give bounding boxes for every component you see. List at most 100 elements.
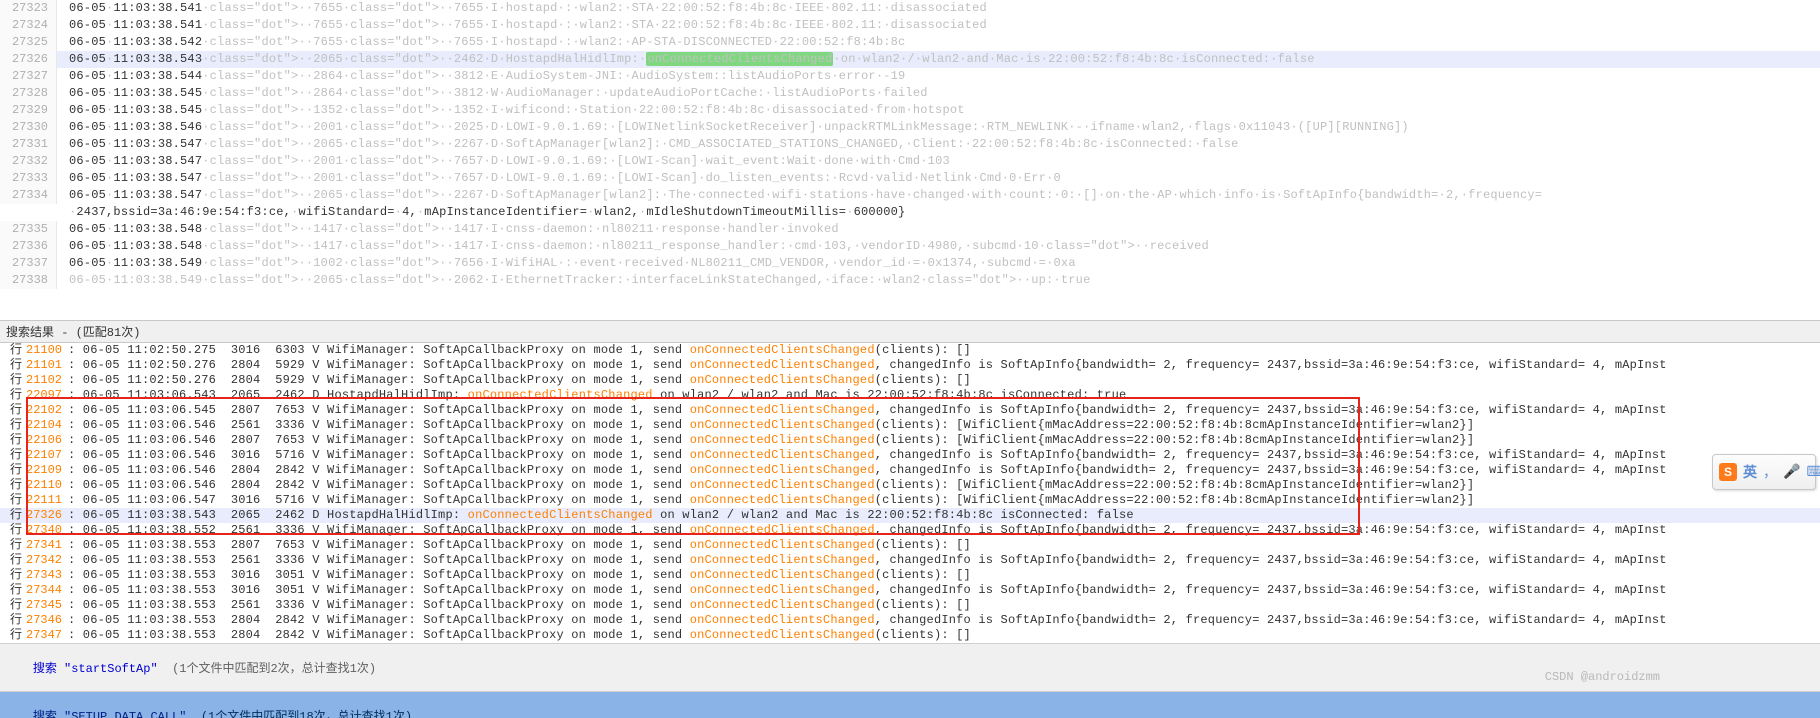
search-row-text: : 06-05 11:03:06.546 3016 5716 V WifiMan…: [68, 448, 1667, 463]
log-line[interactable]: 2732406-05·11:03:38.541·class="dot">··76…: [0, 17, 1820, 34]
search-result-row[interactable]: 行22109: 06-05 11:03:06.546 2804 2842 V W…: [0, 463, 1820, 478]
line-number: 27329: [0, 102, 57, 119]
log-text: 06-05·11:03:38.547·class="dot">··2065·cl…: [57, 136, 1239, 153]
search-result-row[interactable]: 行22104: 06-05 11:03:06.546 2561 3336 V W…: [0, 418, 1820, 433]
search-row-text: : 06-05 11:03:38.543 2065 2462 D Hostapd…: [68, 508, 1134, 523]
search-result-row[interactable]: 行27341: 06-05 11:03:38.553 2807 7653 V W…: [0, 538, 1820, 553]
search-row-prefix: 行: [0, 598, 26, 613]
search-row-prefix: 行: [0, 568, 26, 583]
search-row-prefix: 行: [0, 433, 26, 448]
search-row-linenum: 22097: [26, 388, 68, 403]
search-row-text: : 06-05 11:03:38.553 2804 2842 V WifiMan…: [68, 628, 971, 643]
search-result-row[interactable]: 行27344: 06-05 11:03:38.553 3016 3051 V W…: [0, 583, 1820, 598]
search-row-prefix: 行: [0, 523, 26, 538]
search-row-text: : 06-05 11:02:50.276 2804 5929 V WifiMan…: [68, 373, 971, 388]
log-line[interactable]: 2733306-05·11:03:38.547·class="dot">··20…: [0, 170, 1820, 187]
line-number: 27338: [0, 272, 57, 289]
ime-mic-icon[interactable]: 🎤: [1783, 464, 1800, 481]
log-line[interactable]: 2732706-05·11:03:38.544·class="dot">··28…: [0, 68, 1820, 85]
search-result-row[interactable]: 行21100: 06-05 11:02:50.275 3016 6303 V W…: [0, 343, 1820, 358]
search-result-row[interactable]: 行27346: 06-05 11:03:38.553 2804 2842 V W…: [0, 613, 1820, 628]
ime-keyboard-icon[interactable]: ⌨: [1806, 464, 1820, 481]
log-line[interactable]: 2733406-05·11:03:38.547·class="dot">··20…: [0, 187, 1820, 204]
sogou-ime-widget[interactable]: S 英 ， 🎤 ⌨: [1712, 454, 1816, 490]
search-row-linenum: 27345: [26, 598, 68, 613]
log-line[interactable]: 2733106-05·11:03:38.547·class="dot">··20…: [0, 136, 1820, 153]
status-bar-search-2[interactable]: 搜索 "SETUP_DATA_CALL" (1个文件中匹配到18次，总计查找1次…: [0, 691, 1820, 718]
search-row-linenum: 27326: [26, 508, 68, 523]
line-number: 27332: [0, 153, 57, 170]
log-text: 06-05·11:03:38.543·class="dot">··2065·cl…: [57, 51, 1315, 68]
line-number: 27333: [0, 170, 57, 187]
search-result-row[interactable]: 行22106: 06-05 11:03:06.546 2807 7653 V W…: [0, 433, 1820, 448]
log-text: 06-05·11:03:38.547·class="dot">··2001·cl…: [57, 170, 1061, 187]
search-row-prefix: 行: [0, 358, 26, 373]
line-number: 27334: [0, 187, 57, 204]
log-line[interactable]: 2733206-05·11:03:38.547·class="dot">··20…: [0, 153, 1820, 170]
log-text: 06-05·11:03:38.549·class="dot">··2065·cl…: [57, 272, 1090, 289]
search-row-text: : 06-05 11:03:38.553 2561 3336 V WifiMan…: [68, 553, 1667, 568]
search-result-row[interactable]: 行27347: 06-05 11:03:38.553 2804 2842 V W…: [0, 628, 1820, 643]
ime-punct-icon[interactable]: ，: [1763, 462, 1777, 482]
search-row-linenum: 22107: [26, 448, 68, 463]
log-line[interactable]: 2733606-05·11:03:38.548·class="dot">··14…: [0, 238, 1820, 255]
search-row-prefix: 行: [0, 553, 26, 568]
search-result-row[interactable]: 行22110: 06-05 11:03:06.546 2804 2842 V W…: [0, 478, 1820, 493]
log-text: 06-05·11:03:38.542·class="dot">··7655·cl…: [57, 34, 905, 51]
search-result-row[interactable]: 行22102: 06-05 11:03:06.545 2807 7653 V W…: [0, 403, 1820, 418]
ime-language-indicator[interactable]: 英: [1743, 462, 1757, 482]
search-result-row[interactable]: 行27326: 06-05 11:03:38.543 2065 2462 D H…: [0, 508, 1820, 523]
log-text: 06-05·11:03:38.546·class="dot">··2001·cl…: [57, 119, 1409, 136]
log-line[interactable]: 2732606-05·11:03:38.543·class="dot">··20…: [0, 51, 1820, 68]
sogou-logo-icon: S: [1719, 463, 1737, 481]
search-row-text: : 06-05 11:03:06.543 2065 2462 D Hostapd…: [68, 388, 1126, 403]
log-line[interactable]: 2733806-05·11:03:38.549·class="dot">··20…: [0, 272, 1820, 289]
search-result-row[interactable]: 行27345: 06-05 11:03:38.553 2561 3336 V W…: [0, 598, 1820, 613]
search-row-linenum: 22106: [26, 433, 68, 448]
log-line[interactable]: 2732306-05·11:03:38.541·class="dot">··76…: [0, 0, 1820, 17]
search-result-row[interactable]: 行22097: 06-05 11:03:06.543 2065 2462 D H…: [0, 388, 1820, 403]
search-row-linenum: 27340: [26, 523, 68, 538]
search-row-text: : 06-05 11:03:38.553 3016 3051 V WifiMan…: [68, 583, 1667, 598]
search-result-row[interactable]: 行21102: 06-05 11:02:50.276 2804 5929 V W…: [0, 373, 1820, 388]
log-text: 06-05·11:03:38.548·class="dot">··1417·cl…: [57, 221, 839, 238]
search-row-text: : 06-05 11:03:06.545 2807 7653 V WifiMan…: [68, 403, 1667, 418]
log-text: 06-05·11:03:38.544·class="dot">··2864·cl…: [57, 68, 905, 85]
log-line[interactable]: 2732906-05·11:03:38.545·class="dot">··13…: [0, 102, 1820, 119]
line-number: 27336: [0, 238, 57, 255]
search-result-row[interactable]: 行22107: 06-05 11:03:06.546 3016 5716 V W…: [0, 448, 1820, 463]
line-number: 27331: [0, 136, 57, 153]
search-row-text: : 06-05 11:03:38.552 2561 3336 V WifiMan…: [68, 523, 1667, 538]
log-text: 06-05·11:03:38.548·class="dot">··1417·cl…: [57, 238, 1209, 255]
line-number: 27325: [0, 34, 57, 51]
log-line[interactable]: 2732506-05·11:03:38.542·class="dot">··76…: [0, 34, 1820, 51]
search-row-prefix: 行: [0, 373, 26, 388]
search-row-prefix: 行: [0, 628, 26, 643]
search-result-row[interactable]: 行27340: 06-05 11:03:38.552 2561 3336 V W…: [0, 523, 1820, 538]
search-row-text: : 06-05 11:03:38.553 2804 2842 V WifiMan…: [68, 613, 1667, 628]
search-row-prefix: 行: [0, 418, 26, 433]
log-line[interactable]: 2733506-05·11:03:38.548·class="dot">··14…: [0, 221, 1820, 238]
search-row-text: : 06-05 11:03:38.553 2807 7653 V WifiMan…: [68, 538, 971, 553]
log-line[interactable]: 2733006-05·11:03:38.546·class="dot">··20…: [0, 119, 1820, 136]
log-editor-pane[interactable]: 2732306-05·11:03:38.541·class="dot">··76…: [0, 0, 1820, 320]
search-result-row[interactable]: 行27342: 06-05 11:03:38.553 2561 3336 V W…: [0, 553, 1820, 568]
log-text: 06-05·11:03:38.547·class="dot">··2065·cl…: [57, 187, 1542, 204]
search-result-row[interactable]: 行27343: 06-05 11:03:38.553 3016 3051 V W…: [0, 568, 1820, 583]
search-row-prefix: 行: [0, 478, 26, 493]
search-row-text: : 06-05 11:03:38.553 3016 3051 V WifiMan…: [68, 568, 971, 583]
search-row-text: : 06-05 11:03:06.546 2561 3336 V WifiMan…: [68, 418, 1474, 433]
log-line[interactable]: 2733706-05·11:03:38.549·class="dot">··10…: [0, 255, 1820, 272]
search-result-row[interactable]: 行21101: 06-05 11:02:50.276 2804 5929 V W…: [0, 358, 1820, 373]
search-row-linenum: 27344: [26, 583, 68, 598]
search-result-row[interactable]: 行22111: 06-05 11:03:06.547 3016 5716 V W…: [0, 493, 1820, 508]
search-row-linenum: 27347: [26, 628, 68, 643]
log-line[interactable]: 2732806-05·11:03:38.545·class="dot">··28…: [0, 85, 1820, 102]
line-number: 27328: [0, 85, 57, 102]
search-row-linenum: 21101: [26, 358, 68, 373]
search-results-header[interactable]: 搜索结果 - (匹配81次): [0, 320, 1820, 343]
search-row-linenum: 21100: [26, 343, 68, 358]
search-row-text: : 06-05 11:03:06.547 3016 5716 V WifiMan…: [68, 493, 1474, 508]
search-results-pane[interactable]: 行21100: 06-05 11:02:50.275 3016 6303 V W…: [0, 343, 1820, 643]
search-row-linenum: 27342: [26, 553, 68, 568]
